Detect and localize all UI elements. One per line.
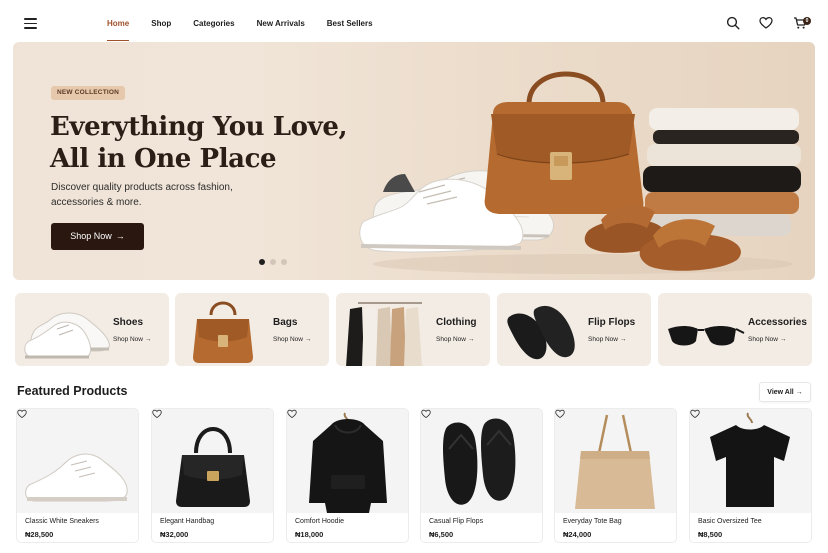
category-card-clothing[interactable]: Clothing Shop Now → bbox=[336, 293, 490, 366]
product-card[interactable]: Classic White Sneakers ₦28,500 bbox=[16, 408, 139, 543]
arrow-right-icon: → bbox=[619, 336, 627, 343]
shoes-image bbox=[24, 312, 110, 359]
category-card-flip-flops[interactable]: Flip Flops Shop Now → bbox=[497, 293, 651, 366]
view-all-label: View All bbox=[767, 389, 794, 396]
top-header: Home Shop Categories New Arrivals Best S… bbox=[0, 0, 828, 44]
category-shop-now-link[interactable]: Shop Now → bbox=[273, 336, 311, 343]
wishlist-heart-icon[interactable] bbox=[17, 409, 27, 419]
product-price: ₦32,000 bbox=[160, 530, 189, 539]
hero-title-line-1: Everything You Love, bbox=[50, 112, 348, 142]
wishlist-heart-icon[interactable] bbox=[152, 409, 162, 419]
flip-flops-image bbox=[443, 418, 516, 505]
arrow-right-icon: → bbox=[779, 336, 787, 343]
product-image bbox=[690, 409, 811, 513]
category-cta: Shop Now bbox=[113, 336, 143, 343]
t-shirt-image bbox=[710, 412, 790, 507]
nav-best-sellers[interactable]: Best Sellers bbox=[327, 0, 373, 44]
hero-title: Everything You Love, All in One Place bbox=[50, 111, 350, 175]
nav-new-arrivals[interactable]: New Arrivals bbox=[257, 0, 305, 44]
category-title: Flip Flops bbox=[588, 317, 636, 328]
category-shop-now-link[interactable]: Shop Now → bbox=[113, 336, 151, 343]
category-title: Bags bbox=[273, 317, 298, 328]
category-shop-now-link[interactable]: Shop Now → bbox=[436, 336, 474, 343]
menu-icon[interactable] bbox=[24, 18, 37, 29]
accessories-image bbox=[668, 326, 745, 346]
product-name: Elegant Handbag bbox=[160, 518, 215, 525]
arrow-right-icon: → bbox=[304, 336, 312, 343]
cart-count-badge: 0 bbox=[803, 17, 811, 25]
product-price: ₦18,000 bbox=[295, 530, 324, 539]
hero-title-line-2: All in One Place bbox=[50, 144, 277, 174]
category-cta: Shop Now bbox=[436, 336, 466, 343]
search-icon[interactable] bbox=[726, 16, 740, 30]
category-shop-now-link[interactable]: Shop Now → bbox=[588, 336, 626, 343]
clothing-image bbox=[346, 302, 422, 366]
category-shop-now-link[interactable]: Shop Now → bbox=[748, 336, 786, 343]
product-image bbox=[152, 409, 273, 513]
product-image bbox=[555, 409, 676, 513]
product-image bbox=[17, 409, 138, 513]
hero-product-image bbox=[359, 71, 801, 274]
hero-button-label: Shop Now bbox=[70, 231, 112, 241]
carousel-dot-2[interactable] bbox=[270, 259, 276, 265]
tote-bag-image bbox=[575, 414, 655, 509]
nav-home[interactable]: Home bbox=[107, 0, 130, 44]
category-card-bags[interactable]: Bags Shop Now → bbox=[175, 293, 329, 366]
product-image bbox=[421, 409, 542, 513]
product-price: ₦28,500 bbox=[25, 530, 54, 539]
product-name: Comfort Hoodie bbox=[295, 518, 345, 525]
category-cta: Shop Now bbox=[273, 336, 303, 343]
hero-shop-now-button[interactable]: Shop Now → bbox=[51, 223, 144, 250]
product-name: Casual Flip Flops bbox=[429, 518, 484, 525]
product-card[interactable]: Elegant Handbag ₦32,000 bbox=[151, 408, 274, 543]
nav-shop[interactable]: Shop bbox=[151, 0, 171, 44]
product-name: Basic Oversized Tee bbox=[698, 518, 762, 525]
sneaker-image bbox=[25, 453, 128, 502]
category-title: Clothing bbox=[436, 317, 477, 328]
product-price: ₦24,000 bbox=[563, 530, 592, 539]
carousel-dot-3[interactable] bbox=[281, 259, 287, 265]
product-card[interactable]: Casual Flip Flops ₦6,500 bbox=[420, 408, 543, 543]
hoodie-image bbox=[309, 412, 387, 513]
arrow-right-icon: → bbox=[144, 336, 152, 343]
product-price: ₦8,500 bbox=[698, 530, 723, 539]
category-cta: Shop Now bbox=[588, 336, 618, 343]
hero-subtitle: Discover quality products across fashion… bbox=[51, 182, 233, 208]
product-card[interactable]: Everyday Tote Bag ₦24,000 bbox=[554, 408, 677, 543]
hero-badge: NEW COLLECTION bbox=[51, 86, 126, 100]
carousel-dots bbox=[259, 259, 292, 265]
handbag-image bbox=[176, 427, 250, 507]
product-name: Everyday Tote Bag bbox=[563, 518, 622, 525]
product-price: ₦6,500 bbox=[429, 530, 454, 539]
hero-banner: NEW COLLECTION Everything You Love, All … bbox=[13, 42, 815, 280]
wishlist-heart-icon[interactable] bbox=[287, 409, 297, 419]
wishlist-heart-icon[interactable] bbox=[555, 409, 565, 419]
category-cta: Shop Now bbox=[748, 336, 778, 343]
arrow-right-icon: → bbox=[115, 231, 125, 241]
category-card-shoes[interactable]: Shoes Shop Now → bbox=[15, 293, 169, 366]
wishlist-heart-icon[interactable] bbox=[690, 409, 700, 419]
product-card[interactable]: Comfort Hoodie ₦18,000 bbox=[286, 408, 409, 543]
bags-image bbox=[193, 301, 253, 363]
arrow-right-icon: → bbox=[795, 389, 803, 396]
wishlist-heart-icon[interactable] bbox=[421, 409, 431, 419]
product-card[interactable]: Basic Oversized Tee ₦8,500 bbox=[689, 408, 812, 543]
category-title: Shoes bbox=[113, 317, 144, 328]
product-name: Classic White Sneakers bbox=[25, 518, 99, 525]
view-all-button[interactable]: View All → bbox=[759, 382, 811, 402]
featured-section-title: Featured Products bbox=[17, 384, 128, 398]
heart-icon[interactable] bbox=[759, 16, 773, 30]
category-title: Accessories bbox=[748, 317, 807, 328]
main-nav: Home Shop Categories New Arrivals Best S… bbox=[107, 0, 395, 44]
carousel-dot-1[interactable] bbox=[259, 259, 265, 265]
nav-categories[interactable]: Categories bbox=[193, 0, 234, 44]
arrow-right-icon: → bbox=[467, 336, 475, 343]
category-card-accessories[interactable]: Accessories Shop Now → bbox=[658, 293, 812, 366]
product-image bbox=[287, 409, 408, 513]
flip-flops-image bbox=[507, 305, 575, 360]
